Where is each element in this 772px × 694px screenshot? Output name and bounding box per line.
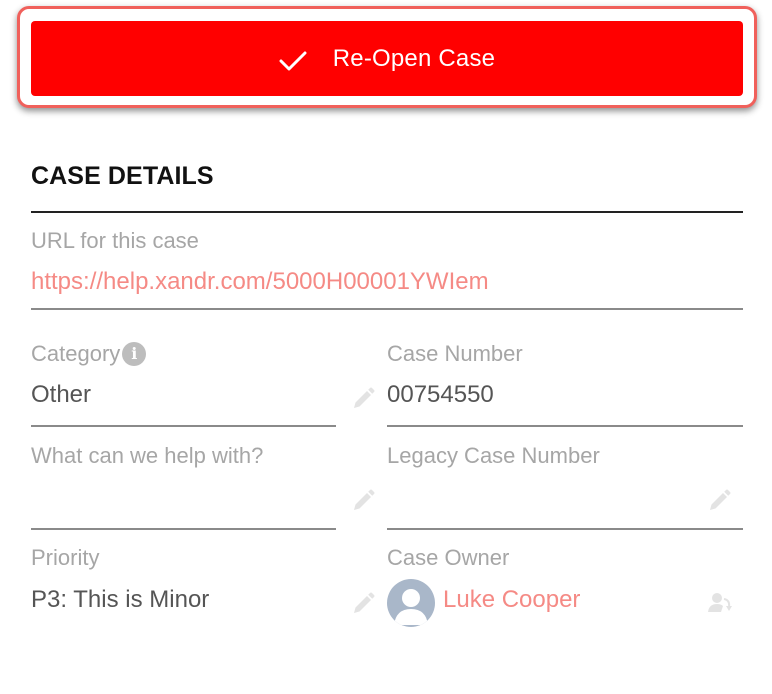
priority-edit-pencil-icon[interactable] (350, 591, 376, 617)
check-icon (279, 50, 307, 72)
case-url-link[interactable]: https://help.xandr.com/5000H00001YWIem (31, 268, 489, 296)
row-divider (31, 308, 743, 310)
reopen-case-button[interactable]: Re-Open Case (31, 21, 743, 96)
category-value: Other (31, 381, 92, 408)
reopen-case-label: Re-Open Case (332, 44, 496, 72)
legacy-case-number-edit-pencil-icon[interactable] (706, 488, 732, 514)
category-label: Category i (31, 341, 147, 367)
case-number-value: 00754550 (387, 381, 494, 408)
row-divider (31, 425, 336, 427)
help-with-label: What can we help with? (31, 443, 264, 468)
legacy-case-number-label: Legacy Case Number (387, 443, 600, 468)
help-with-edit-pencil-icon[interactable] (350, 488, 376, 514)
priority-label: Priority (31, 545, 100, 570)
section-divider (31, 211, 743, 213)
category-label-text: Category (31, 341, 121, 366)
row-divider (387, 425, 743, 427)
priority-value: P3: This is Minor (31, 586, 210, 613)
info-icon[interactable]: i (122, 341, 147, 366)
case-owner-link[interactable]: Luke Cooper (443, 586, 580, 614)
owner-avatar-icon (387, 579, 435, 627)
change-owner-icon[interactable] (704, 588, 734, 616)
case-number-label: Case Number (387, 341, 523, 366)
url-label: URL for this case (31, 228, 199, 253)
row-divider (31, 528, 336, 530)
section-title: CASE DETAILS (31, 162, 214, 190)
row-divider (387, 528, 743, 530)
category-edit-pencil-icon[interactable] (350, 386, 376, 412)
case-owner-label: Case Owner (387, 545, 510, 570)
